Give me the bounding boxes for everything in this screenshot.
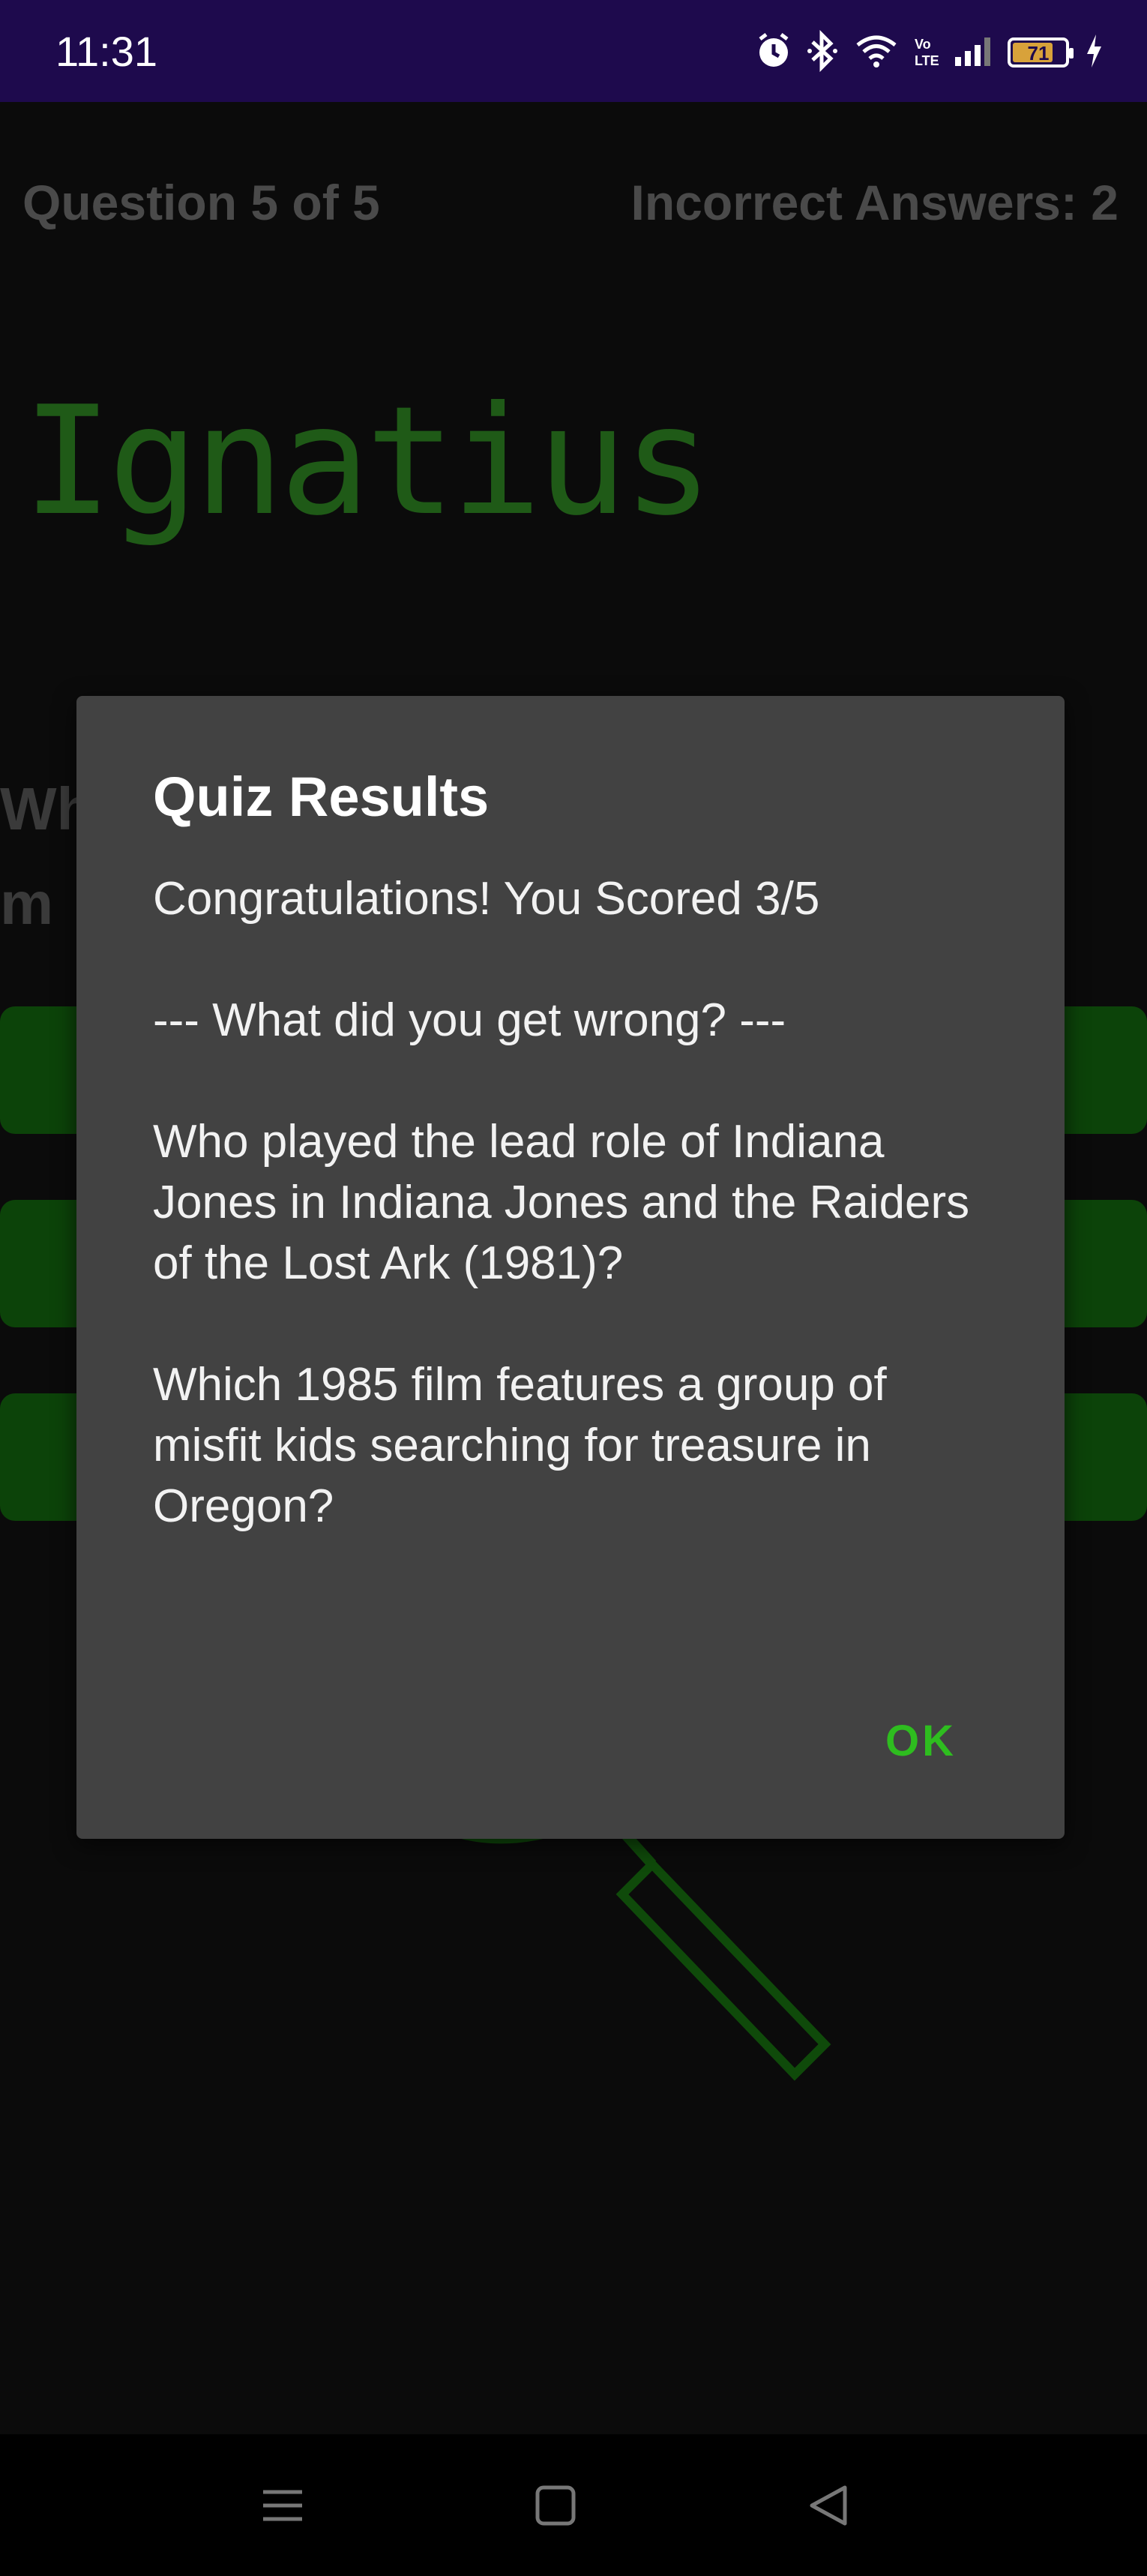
svg-text:Vo: Vo <box>915 37 931 52</box>
svg-text:LTE: LTE <box>915 53 939 68</box>
question-counter: Question 5 of 5 <box>22 175 380 230</box>
back-icon[interactable] <box>802 2479 855 2532</box>
navigation-bar <box>0 2434 1147 2576</box>
quiz-results-dialog: Quiz Results Congratulations! You Scored… <box>76 696 1065 1839</box>
home-icon[interactable] <box>529 2479 582 2532</box>
menu-icon[interactable] <box>256 2479 309 2532</box>
status-time: 11:31 <box>55 28 157 75</box>
incorrect-answers-counter: Incorrect Answers: 2 <box>630 175 1119 230</box>
volte-icon: Vo LTE <box>913 34 939 72</box>
status-bar: 11:31 Vo LTE 71 <box>0 0 1147 102</box>
wifi-icon <box>855 34 898 71</box>
dialog-title: Quiz Results <box>153 766 490 828</box>
bluetooth-icon <box>807 29 840 76</box>
app-logo: Ignatius <box>22 374 713 549</box>
signal-icon <box>954 36 993 70</box>
ok-button[interactable]: OK <box>885 1716 957 1766</box>
alarm-icon <box>756 31 792 74</box>
charging-icon <box>1084 33 1104 73</box>
status-icons: Vo LTE 71 <box>756 28 1104 76</box>
battery-icon: 71 <box>1008 37 1074 67</box>
dialog-message: Congratulations! You Scored 3/5 --- What… <box>153 873 970 1532</box>
